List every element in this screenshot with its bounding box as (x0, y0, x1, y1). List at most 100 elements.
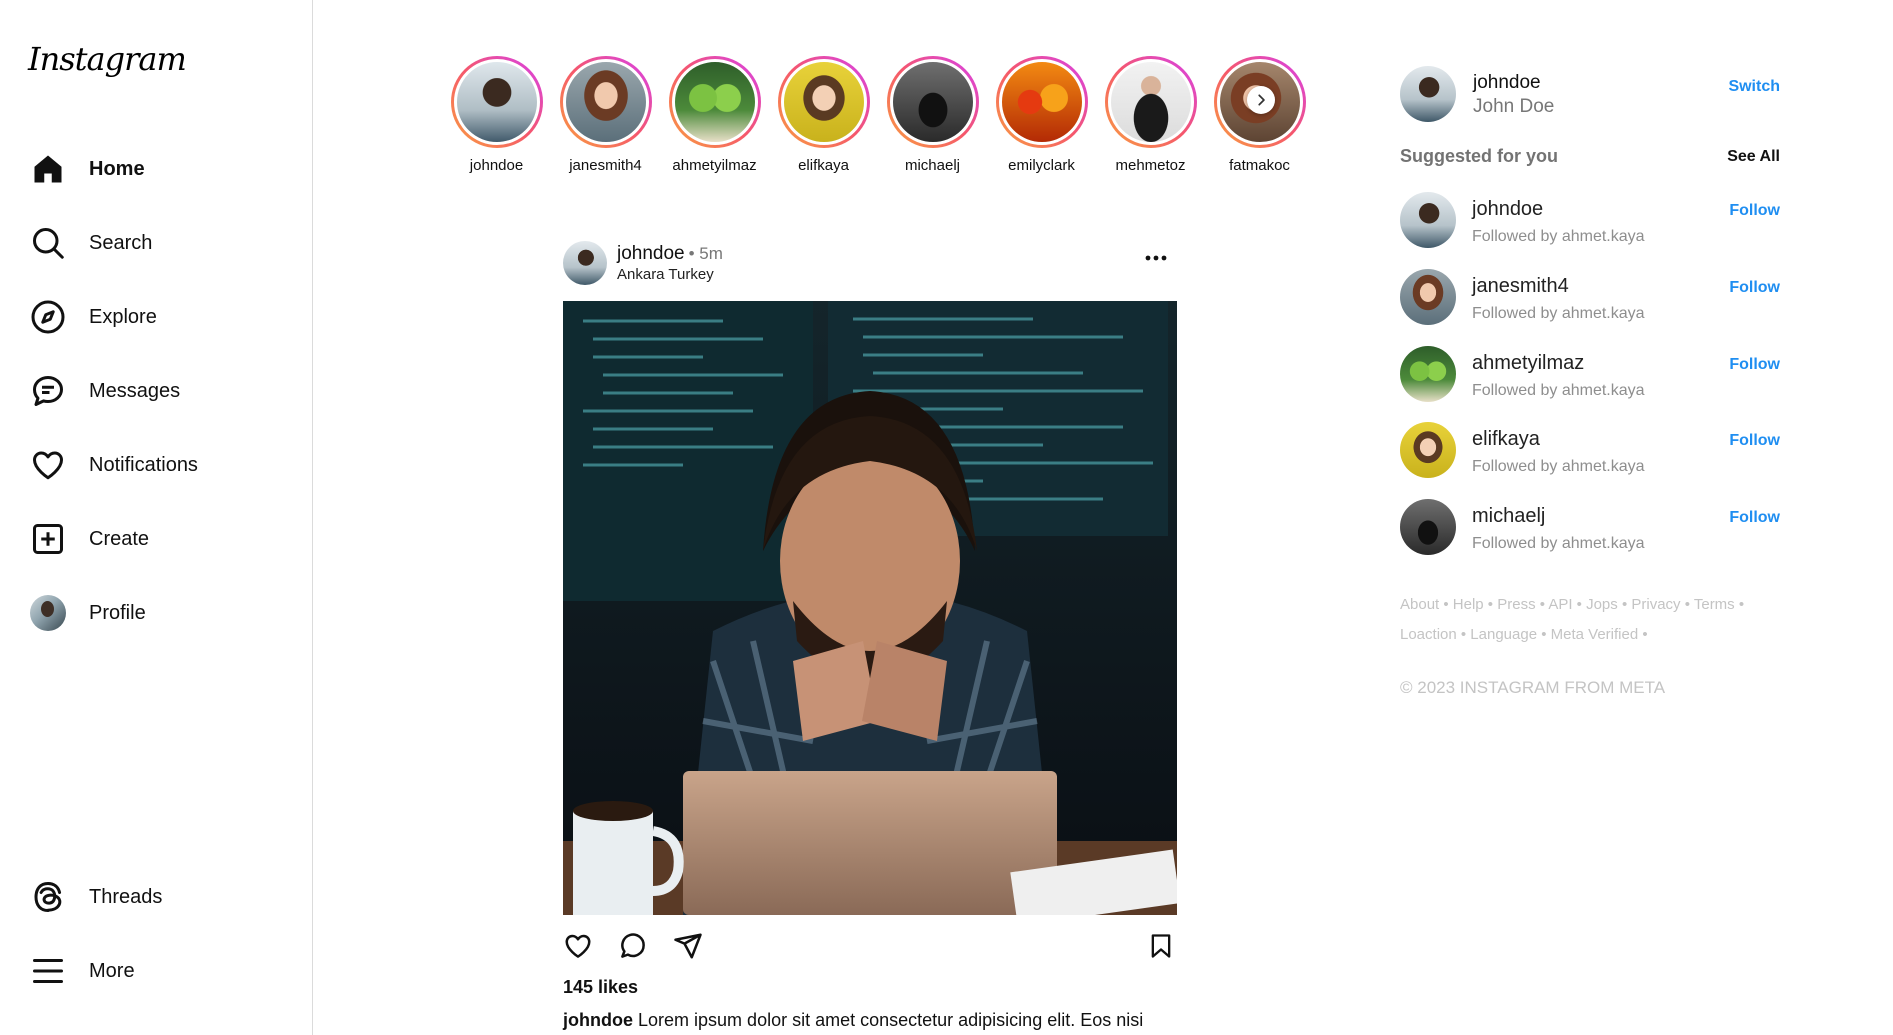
caption-username[interactable]: johndoe (563, 1010, 633, 1030)
suggestion-subtitle: Followed by ahmet.kaya (1472, 535, 1645, 552)
nav-explore[interactable]: Explore (30, 293, 157, 341)
post-location[interactable]: Ankara Turkey (617, 266, 723, 283)
story-username: mehmetoz (1115, 157, 1186, 174)
story-item[interactable]: ahmetyilmaz (660, 56, 769, 174)
current-user-avatar[interactable] (1400, 66, 1456, 122)
story-username: ahmetyilmaz (672, 157, 757, 174)
post-caption: johndoe Lorem ipsum dolor sit amet conse… (563, 1010, 1177, 1031)
story-item[interactable]: janesmith4 (551, 56, 660, 174)
nav-create-label: Create (89, 527, 150, 550)
current-username[interactable]: johndoe (1473, 72, 1541, 94)
story-avatar (780, 59, 867, 145)
story-item[interactable]: emilyclark (987, 56, 1096, 174)
suggestion-avatar[interactable] (1400, 192, 1456, 248)
story-username: fatmakoc (1229, 157, 1290, 174)
suggestion-item: michaelj Followed by ahmet.kaya Follow (1400, 499, 1780, 559)
story-avatar (453, 59, 540, 145)
story-item[interactable]: michaelj (878, 56, 987, 174)
suggestion-item: janesmith4 Followed by ahmet.kaya Follow (1400, 269, 1780, 329)
story-item[interactable]: mehmetoz (1096, 56, 1205, 174)
post-header: johndoe • 5m Ankara Turkey (563, 240, 1177, 286)
nav-notifications[interactable]: Notifications (30, 441, 198, 489)
sidebar: Instagram Home Search Explore Messages N… (0, 0, 313, 1035)
nav-home-label: Home (89, 157, 145, 180)
suggestion-avatar[interactable] (1400, 422, 1456, 478)
story-username: elifkaya (798, 157, 849, 174)
post-image[interactable] (563, 301, 1177, 915)
nav-search[interactable]: Search (30, 219, 152, 267)
caption-text: Lorem ipsum dolor sit amet consectetur a… (638, 1010, 1144, 1030)
compass-icon (31, 300, 65, 334)
suggested-title: Suggested for you (1400, 146, 1559, 166)
current-user: johndoe John Doe Switch (1400, 66, 1780, 122)
story-item[interactable]: elifkaya (769, 56, 878, 174)
follow-button[interactable]: Follow (1729, 279, 1780, 297)
suggestion-item: ahmetyilmaz Followed by ahmet.kaya Follo… (1400, 346, 1780, 406)
post-avatar[interactable] (563, 241, 607, 285)
suggestion-subtitle: Followed by ahmet.kaya (1472, 305, 1645, 322)
nav-more[interactable]: More (30, 947, 135, 995)
nav-profile-label: Profile (89, 601, 146, 624)
story-username: janesmith4 (569, 157, 642, 174)
footer-links-line2[interactable]: Loaction • Language • Meta Verified • (1400, 620, 1780, 650)
suggestion-subtitle: Followed by ahmet.kaya (1472, 458, 1645, 475)
suggestion-username[interactable]: elifkaya (1472, 428, 1540, 451)
bookmark-icon[interactable] (1147, 931, 1175, 961)
story-item[interactable]: johndoe (442, 56, 551, 174)
nav-explore-label: Explore (89, 305, 157, 328)
story-avatar (671, 59, 758, 145)
nav-threads-label: Threads (89, 885, 163, 908)
follow-button[interactable]: Follow (1729, 509, 1780, 527)
post-image-illustration (563, 301, 1177, 915)
nav-search-label: Search (89, 231, 153, 254)
home-icon (34, 155, 62, 183)
menu-icon (33, 959, 63, 983)
suggestion-subtitle: Followed by ahmet.kaya (1472, 382, 1645, 399)
suggestion-item: johndoe Followed by ahmet.kaya Follow (1400, 192, 1780, 252)
nav-messages-label: Messages (89, 379, 181, 402)
like-heart-icon[interactable] (563, 931, 593, 961)
instagram-logo[interactable]: Instagram (28, 40, 187, 78)
story-username: michaelj (904, 157, 961, 174)
suggestion-subtitle: Followed by ahmet.kaya (1472, 228, 1645, 245)
nav-create[interactable]: Create (30, 515, 149, 563)
nav-threads[interactable]: Threads (30, 873, 162, 921)
suggestion-avatar[interactable] (1400, 269, 1456, 325)
nav-profile[interactable]: Profile (30, 589, 146, 637)
story-username: emilyclark (1008, 157, 1075, 174)
stories-bar: johndoe janesmith4 ahmetyilmaz elifkaya … (442, 56, 1314, 174)
footer-links-line1[interactable]: About • Help • Press • API • Jops • Priv… (1400, 590, 1780, 620)
more-options-icon[interactable] (1145, 254, 1167, 262)
stories-next-button[interactable] (1247, 86, 1275, 114)
follow-button[interactable]: Follow (1729, 432, 1780, 450)
nav-messages[interactable]: Messages (30, 367, 180, 415)
footer-links: About • Help • Press • API • Jops • Priv… (1400, 590, 1780, 650)
story-avatar (998, 59, 1085, 145)
story-avatar (1107, 59, 1194, 145)
comment-icon[interactable] (618, 931, 648, 961)
post-actions (563, 915, 1177, 975)
suggestion-username[interactable]: johndoe (1472, 198, 1543, 221)
follow-button[interactable]: Follow (1729, 356, 1780, 374)
nav-home[interactable]: Home (30, 145, 145, 193)
post: johndoe • 5m Ankara Turkey 145 likes joh… (563, 240, 1177, 1031)
follow-button[interactable]: Follow (1729, 202, 1780, 220)
current-full-name: John Doe (1473, 96, 1555, 117)
suggestion-username[interactable]: ahmetyilmaz (1472, 352, 1584, 375)
avatar (30, 595, 66, 631)
suggestion-avatar[interactable] (1400, 499, 1456, 555)
see-all-link[interactable]: See All (1727, 148, 1780, 166)
switch-button[interactable]: Switch (1728, 78, 1780, 96)
suggestion-avatar[interactable] (1400, 346, 1456, 402)
story-avatar (562, 59, 649, 145)
nav-notifications-label: Notifications (89, 453, 198, 476)
post-time: • 5m (688, 244, 723, 263)
suggestion-username[interactable]: janesmith4 (1472, 275, 1569, 298)
story-username: johndoe (469, 157, 524, 174)
post-username[interactable]: johndoe (617, 243, 685, 264)
copyright: © 2023 INSTAGRAM FROM META (1400, 678, 1666, 697)
story-item[interactable]: fatmakoc (1205, 56, 1314, 174)
share-send-icon[interactable] (673, 931, 703, 961)
suggestion-username[interactable]: michaelj (1472, 505, 1545, 528)
likes-count[interactable]: 145 likes (563, 977, 1177, 998)
